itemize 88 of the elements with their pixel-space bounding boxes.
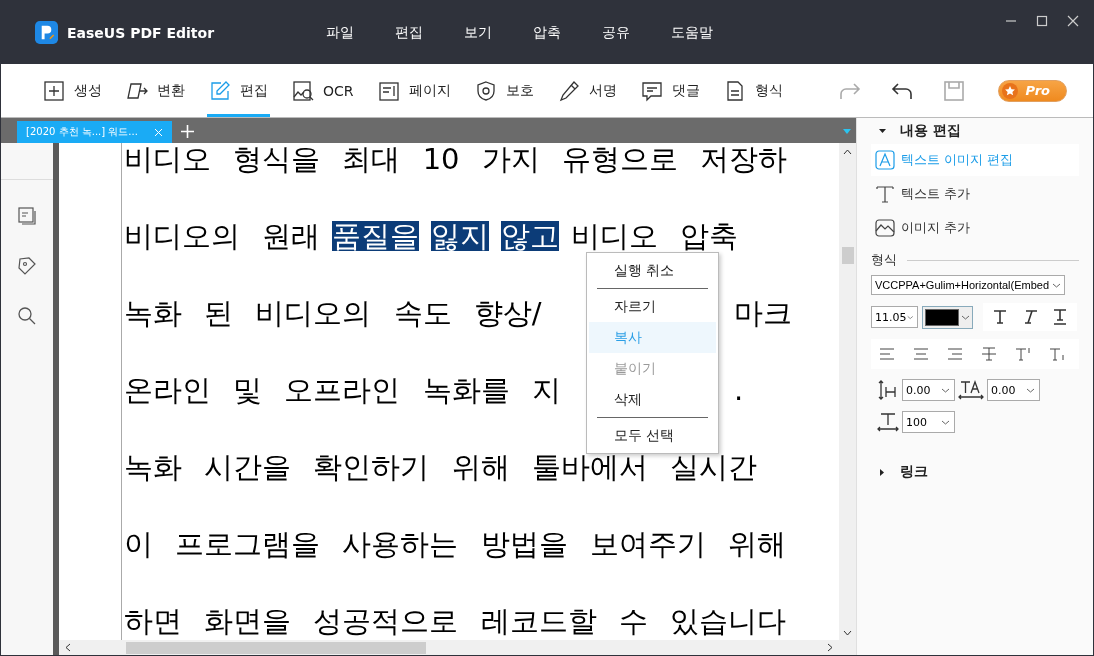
menu-item[interactable]: 압축 bbox=[533, 23, 562, 42]
document-text: . bbox=[734, 375, 744, 405]
scroll-right-icon[interactable] bbox=[827, 643, 833, 652]
scale-icon bbox=[877, 411, 899, 433]
close-icon[interactable] bbox=[1067, 15, 1079, 27]
align-center-icon[interactable] bbox=[913, 347, 929, 361]
character-spacing-select[interactable]: 0.00 bbox=[987, 379, 1040, 401]
toolbar-tab[interactable]: 생성 bbox=[41, 64, 104, 117]
caret-icon bbox=[879, 127, 886, 135]
plus-icon bbox=[43, 79, 65, 102]
document-text: 녹화 시간을 확인하기 위해 툴바에서 실시간 bbox=[124, 452, 758, 482]
font-select[interactable]: VCCPPA+Gulim+Horizontal(Embed bbox=[871, 275, 1065, 295]
section-title: 형식 bbox=[871, 251, 897, 269]
bold-icon[interactable] bbox=[991, 308, 1009, 326]
pencil-icon bbox=[209, 79, 231, 102]
section-header[interactable]: 링크 bbox=[871, 461, 1079, 483]
vertical-scrollbar[interactable] bbox=[839, 143, 856, 640]
horizontal-scrollbar[interactable] bbox=[59, 640, 856, 655]
line-spacing-select[interactable]: 0.00 bbox=[902, 379, 955, 401]
app-title: EaseUS PDF Editor bbox=[67, 24, 215, 41]
context-menu-item[interactable]: 모두 선택 bbox=[589, 420, 716, 451]
menu-item[interactable]: 도움말 bbox=[671, 23, 714, 42]
menu-item[interactable]: 보기 bbox=[464, 23, 493, 42]
letter-a-icon bbox=[875, 150, 895, 170]
chevron-down-icon bbox=[961, 314, 970, 320]
speech-bubble-icon bbox=[640, 79, 663, 102]
document-text: 이 프로그램을 사용하는 방법을 보여주기 위해 bbox=[124, 529, 787, 559]
toolbar-tab[interactable]: 형식 bbox=[721, 64, 785, 117]
page-icon bbox=[377, 79, 400, 102]
menu-item[interactable]: 공유 bbox=[602, 23, 631, 42]
document-text: 마크 bbox=[734, 298, 792, 328]
chevron-down-icon bbox=[941, 419, 950, 425]
subscript-icon[interactable] bbox=[1049, 347, 1065, 361]
character-spacing-icon bbox=[958, 379, 984, 401]
image-icon bbox=[875, 218, 895, 238]
line-spacing-icon bbox=[877, 379, 899, 401]
selected-text: 잃지 bbox=[431, 221, 490, 251]
scrollbar-thumb[interactable] bbox=[841, 247, 854, 264]
underline-icon[interactable] bbox=[1051, 308, 1069, 326]
chevron-down-icon bbox=[1026, 387, 1035, 393]
selected-text: 않고 bbox=[501, 221, 560, 251]
pages-icon[interactable] bbox=[17, 206, 37, 226]
chevron-down-icon bbox=[906, 314, 913, 320]
caret-icon bbox=[879, 468, 886, 476]
document-text: 비디오의 원래 bbox=[124, 221, 321, 251]
chevron-down-icon bbox=[1052, 282, 1061, 288]
scale-select[interactable]: 100 bbox=[902, 411, 955, 433]
section-header[interactable]: 내용 편집 bbox=[871, 120, 1079, 142]
toolbar-tab[interactable]: 보호 bbox=[472, 64, 536, 117]
toolbar-tab[interactable]: 페이지 bbox=[375, 64, 453, 117]
selected-text: 품질을 bbox=[332, 221, 420, 251]
dropdown-icon[interactable] bbox=[843, 129, 851, 134]
app-logo-icon bbox=[35, 21, 58, 44]
tag-icon[interactable] bbox=[17, 256, 37, 276]
document-text: 하면 화면을 성공적으로 레코드할 수 있습니다 bbox=[124, 606, 787, 636]
panel-item[interactable]: 이미지 추가 bbox=[871, 212, 1079, 244]
document-text: 비디오 압축 bbox=[571, 221, 739, 251]
scroll-down-icon[interactable] bbox=[843, 630, 852, 636]
document-text: 비디오 형식을 최대 10 가지 유형으로 저장하 bbox=[124, 144, 788, 174]
align-right-icon[interactable] bbox=[947, 347, 963, 361]
document-text: 녹화 된 비디오의 속도 향상/ bbox=[124, 298, 542, 328]
chevron-down-icon bbox=[941, 387, 950, 393]
context-menu-item[interactable]: 실행 취소 bbox=[589, 255, 716, 286]
new-tab-icon[interactable] bbox=[181, 125, 194, 138]
search-icon[interactable] bbox=[17, 306, 37, 326]
toolbar-tab[interactable]: 서명 bbox=[555, 64, 619, 117]
color-picker[interactable] bbox=[922, 305, 973, 329]
maximize-icon[interactable] bbox=[1036, 15, 1048, 27]
text-icon bbox=[875, 184, 895, 204]
shield-icon bbox=[474, 79, 497, 102]
document-text: 온라인 및 오프라인 녹화를 지 bbox=[124, 375, 561, 405]
scrollbar-thumb[interactable] bbox=[126, 641, 426, 654]
toolbar-tab[interactable]: 댓글 bbox=[638, 64, 702, 117]
superscript-icon[interactable] bbox=[1015, 347, 1031, 361]
panel-item[interactable]: 텍스트 추가 bbox=[871, 178, 1079, 210]
image-search-icon bbox=[292, 79, 314, 102]
strikethrough-icon[interactable] bbox=[981, 347, 997, 361]
pen-icon bbox=[557, 79, 580, 102]
font-size-select[interactable]: 11.05 bbox=[871, 306, 918, 328]
menu-item[interactable]: 파일 bbox=[326, 23, 355, 42]
scroll-up-icon[interactable] bbox=[843, 149, 852, 155]
toolbar-tab[interactable]: OCR bbox=[290, 64, 356, 117]
menu-item[interactable]: 편집 bbox=[395, 23, 424, 42]
toolbar-tab[interactable]: 변환 bbox=[124, 64, 187, 117]
context-menu-item[interactable]: 삭제 bbox=[589, 384, 716, 415]
scroll-left-icon[interactable] bbox=[65, 643, 71, 652]
context-menu-item[interactable]: 자르기 bbox=[589, 291, 716, 322]
align-left-icon[interactable] bbox=[879, 347, 895, 361]
